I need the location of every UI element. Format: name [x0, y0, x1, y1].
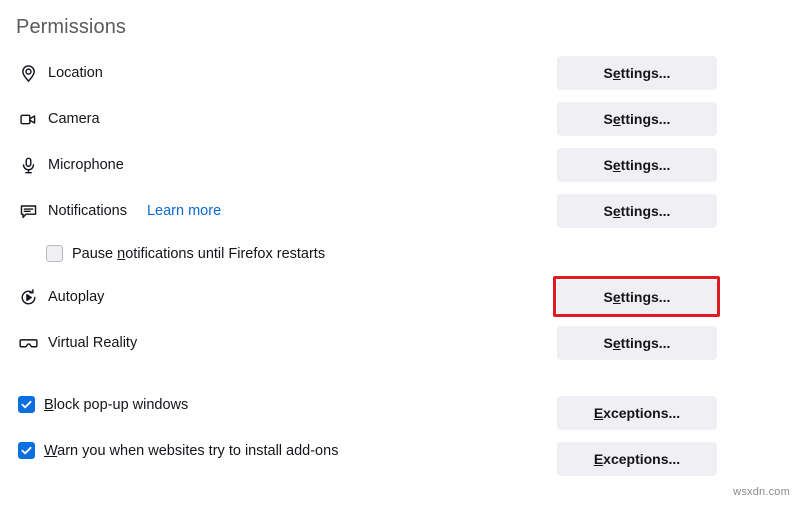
permission-row-camera: Camera: [18, 102, 100, 136]
label-accesskey: W: [44, 442, 58, 459]
permission-label-autoplay: Autoplay: [48, 289, 105, 305]
label-text-post: otifications until Firefox restarts: [125, 245, 326, 262]
permission-row-virtual-reality: Virtual Reality: [18, 326, 137, 360]
warn-addons-exceptions-button[interactable]: Exceptions...: [557, 442, 717, 476]
btn-text-pre: S: [603, 203, 613, 219]
permission-label-virtual-reality: Virtual Reality: [48, 335, 138, 351]
btn-accesskey: e: [612, 289, 621, 305]
location-settings-button[interactable]: Se ttings...: [557, 56, 717, 90]
autoplay-icon: [18, 287, 38, 307]
block-popups-checkbox[interactable]: [18, 396, 35, 413]
microphone-settings-button[interactable]: Se ttings...: [557, 148, 717, 182]
btn-text-post: ttings...: [620, 289, 671, 305]
btn-text-pre: S: [603, 289, 613, 305]
label-text-pre: Pause: [72, 245, 118, 262]
btn-text-pre: S: [603, 335, 613, 351]
btn-accesskey: e: [612, 203, 621, 219]
permission-row-location: Location: [18, 56, 103, 90]
learn-more-link[interactable]: Learn more: [147, 203, 221, 219]
permission-row-autoplay: Autoplay: [18, 280, 104, 314]
block-popups-exceptions-button[interactable]: Exceptions...: [557, 396, 717, 430]
warn-addons-checkbox[interactable]: [18, 442, 35, 459]
btn-text-post: ttings...: [620, 203, 671, 219]
page-title: Permissions: [16, 16, 127, 38]
btn-text-pre: S: [603, 111, 613, 127]
btn-text-pre: S: [603, 157, 613, 173]
btn-accesskey: e: [612, 335, 621, 351]
permission-label-microphone: Microphone: [48, 157, 124, 173]
permission-label-location: Location: [48, 65, 103, 81]
permission-row-microphone: Microphone: [18, 148, 124, 182]
camera-settings-button[interactable]: Se ttings...: [557, 102, 717, 136]
label-accesskey: B: [44, 396, 54, 413]
btn-accesskey: E: [593, 451, 604, 467]
permission-label-camera: Camera: [48, 111, 100, 127]
permissions-panel: Permissions Location Se ttings... Camera …: [0, 0, 800, 505]
virtual-reality-settings-button[interactable]: Se ttings...: [557, 326, 717, 360]
btn-text-post: ttings...: [620, 335, 671, 351]
warn-addons-label: Warn you when websites try to install ad…: [44, 443, 338, 459]
btn-accesskey: e: [612, 111, 621, 127]
watermark: wsxdn.com: [733, 486, 790, 498]
vr-headset-icon: [18, 333, 38, 353]
pause-notifications-checkbox-row[interactable]: Pause notifications until Firefox restar…: [46, 245, 325, 262]
microphone-icon: [18, 155, 38, 175]
block-popups-checkbox-row[interactable]: Block pop-up windows: [18, 396, 188, 413]
btn-text-post: ttings...: [620, 65, 671, 81]
pause-notifications-checkbox[interactable]: [46, 245, 63, 262]
location-pin-icon: [18, 63, 38, 83]
camera-icon: [18, 109, 38, 129]
warn-addons-checkbox-row[interactable]: Warn you when websites try to install ad…: [18, 442, 338, 459]
btn-text-post: xceptions...: [603, 405, 681, 421]
permission-row-notifications: Notifications Learn more: [18, 194, 221, 228]
btn-accesskey: e: [612, 157, 621, 173]
btn-accesskey: e: [612, 65, 621, 81]
notifications-settings-button[interactable]: Se ttings...: [557, 194, 717, 228]
pause-notifications-label: Pause notifications until Firefox restar…: [72, 246, 325, 262]
btn-accesskey: E: [593, 405, 604, 421]
label-text-post: arn you when websites try to install add…: [57, 442, 339, 459]
autoplay-settings-button[interactable]: Se ttings...: [557, 280, 717, 314]
btn-text-post: ttings...: [620, 157, 671, 173]
btn-text-post: ttings...: [620, 111, 671, 127]
notification-bubble-icon: [18, 201, 38, 221]
block-popups-label: Block pop-up windows: [44, 397, 188, 413]
btn-text-post: xceptions...: [603, 451, 681, 467]
btn-text-pre: S: [603, 65, 613, 81]
permission-label-notifications: Notifications: [48, 203, 127, 219]
label-text-post: lock pop-up windows: [53, 396, 189, 413]
